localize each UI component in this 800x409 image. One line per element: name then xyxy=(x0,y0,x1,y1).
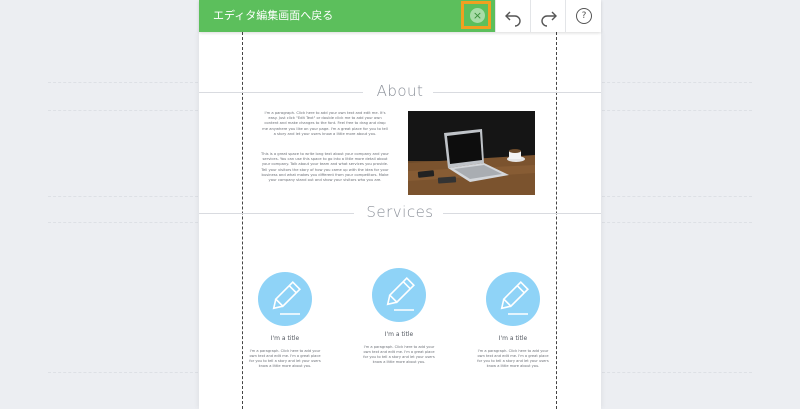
canvas-gridline xyxy=(602,110,752,112)
service-1-text[interactable]: I'm a paragraph. Click here to add your … xyxy=(247,349,323,369)
redo-icon xyxy=(541,11,557,27)
services-title[interactable]: Services xyxy=(199,203,601,221)
service-2-title[interactable]: I'm a title xyxy=(364,331,434,338)
help-icon: ? xyxy=(576,8,592,24)
canvas-gridline xyxy=(602,196,752,198)
close-icon[interactable]: × xyxy=(470,8,485,23)
service-3-circle[interactable] xyxy=(486,272,540,326)
service-3-title[interactable]: I'm a title xyxy=(478,335,548,342)
canvas-gridline xyxy=(48,222,198,224)
pencil-icon xyxy=(500,281,529,315)
back-to-editor-button[interactable]: エディタ編集画面へ戻る xyxy=(199,0,460,32)
canvas-gridline xyxy=(48,196,198,198)
site-preview-page[interactable]: About I'm a paragraph. Click here to add… xyxy=(199,32,601,409)
preview-toolbar: エディタ編集画面へ戻る × ? xyxy=(199,0,601,32)
about-laptop-image[interactable] xyxy=(408,111,535,195)
canvas-gridline xyxy=(602,222,752,224)
pencil-icon xyxy=(386,277,415,311)
service-1-title[interactable]: I'm a title xyxy=(250,335,320,342)
service-3-text[interactable]: I'm a paragraph. Click here to add your … xyxy=(475,349,551,369)
laptop-image-graphic xyxy=(408,111,535,195)
canvas-gridline xyxy=(48,372,198,374)
help-button[interactable]: ? xyxy=(565,0,601,32)
undo-icon xyxy=(505,11,521,27)
about-title[interactable]: About xyxy=(199,82,601,100)
service-2-circle[interactable] xyxy=(372,268,426,322)
canvas-gridline xyxy=(48,82,198,84)
about-paragraph-2[interactable]: This is a great space to write long text… xyxy=(261,152,389,183)
canvas-gridline xyxy=(602,372,752,374)
undo-button[interactable] xyxy=(495,0,530,32)
redo-button[interactable] xyxy=(530,0,565,32)
canvas-gridline xyxy=(48,110,198,112)
pencil-icon xyxy=(272,281,301,315)
service-2-text[interactable]: I'm a paragraph. Click here to add your … xyxy=(361,345,437,365)
service-1-circle[interactable] xyxy=(258,272,312,326)
about-paragraph-1[interactable]: I'm a paragraph. Click here to add your … xyxy=(261,111,389,137)
canvas-gridline xyxy=(602,82,752,84)
